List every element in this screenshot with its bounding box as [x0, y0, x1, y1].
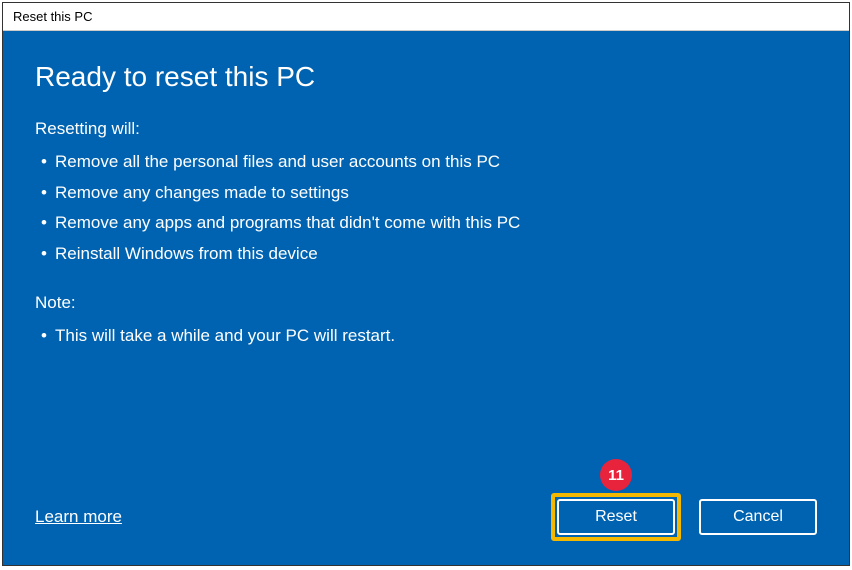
reset-pc-dialog: Reset this PC Ready to reset this PC Res… [2, 2, 850, 566]
dialog-content: Ready to reset this PC Resetting will: R… [3, 31, 849, 565]
list-item: Remove any changes made to settings [35, 178, 817, 209]
button-row: 11 Reset Cancel [551, 493, 817, 541]
dialog-footer: Learn more 11 Reset Cancel [35, 493, 817, 541]
step-highlight: 11 Reset [551, 493, 681, 541]
step-badge: 11 [600, 459, 632, 491]
list-item: Reinstall Windows from this device [35, 239, 817, 270]
note-label: Note: [35, 293, 817, 313]
note-list: This will take a while and your PC will … [35, 321, 817, 352]
window-title: Reset this PC [13, 9, 92, 24]
list-item: This will take a while and your PC will … [35, 321, 817, 352]
dialog-heading: Ready to reset this PC [35, 61, 817, 93]
list-item: Remove all the personal files and user a… [35, 147, 817, 178]
learn-more-link[interactable]: Learn more [35, 507, 122, 527]
resetting-label: Resetting will: [35, 119, 817, 139]
cancel-button[interactable]: Cancel [699, 499, 817, 535]
titlebar: Reset this PC [3, 3, 849, 31]
resetting-list: Remove all the personal files and user a… [35, 147, 817, 269]
reset-button[interactable]: Reset [557, 499, 675, 535]
list-item: Remove any apps and programs that didn't… [35, 208, 817, 239]
